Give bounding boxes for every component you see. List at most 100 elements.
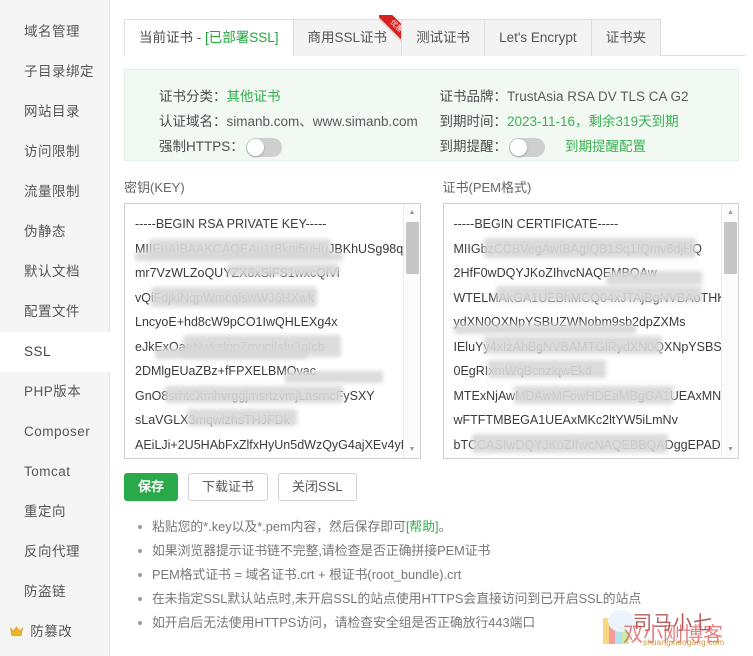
close-ssl-button[interactable]: 关闭SSL [278, 473, 357, 501]
sidebar-item-redirect[interactable]: 重定向 [0, 492, 109, 532]
expiry-value: 2023-11-16，剩余319天到期 [507, 114, 679, 129]
redaction-mask [227, 264, 339, 276]
redaction-mask [155, 347, 307, 359]
sidebar-item-traffic-limit[interactable]: 流量限制 [0, 172, 109, 212]
sidebar-item-domain-management[interactable]: 域名管理 [0, 12, 109, 52]
download-certificate-button[interactable]: 下载证书 [188, 473, 269, 501]
sidebar-item-access-restriction[interactable]: 访问限制 [0, 132, 109, 172]
key-line: LncyoE+hd8cW9pCO1IwQHLEXg4x [135, 310, 397, 335]
brand-label: 证书品牌： [439, 89, 508, 104]
scroll-up-icon[interactable]: ▲ [404, 204, 420, 221]
save-button[interactable]: 保存 [124, 473, 179, 501]
key-line: GnO8srhtcXmhvrggjmsrtzvmjLasrncFySXY [135, 384, 397, 409]
info-row-reminder: 到期提醒： 到期提醒配置 [440, 134, 739, 159]
key-field-label: 密钥(KEY) [124, 180, 185, 195]
sidebar-item-composer[interactable]: Composer [0, 412, 109, 452]
info-column-right: 证书品牌：TrustAsia RSA DV TLS CA G2 到期时间：202… [432, 84, 739, 160]
pem-line: bTCCASIwDQYJKoZIhvcNAQEBBQADggEPADCC [454, 433, 721, 458]
sidebar-item-label: Composer [24, 424, 91, 439]
scroll-down-icon[interactable]: ▼ [722, 441, 738, 458]
pem-line-text: wFTFTMBEGA1UEAxMKc2ltYW5iLmNv [453, 413, 678, 427]
redaction-mask [285, 371, 383, 383]
tab-label: 证书夹 [605, 30, 647, 45]
tab-current-certificate[interactable]: 当前证书 - [已部署SSL] [124, 19, 294, 57]
tab-label: 测试证书 [416, 30, 471, 45]
key-line: sLaVGLX3mqwlzhsTHJFDk [135, 408, 397, 433]
redaction-mask [483, 237, 696, 258]
sidebar-item-label: 网站目录 [24, 104, 80, 119]
sidebar-item-tomcat[interactable]: Tomcat [0, 452, 109, 492]
sidebar-item-label: 伪静态 [24, 224, 66, 239]
key-field-group: 密钥(KEY) -----BEGIN RSA PRIVATE KEY----- … [124, 177, 421, 459]
tip-text: 如开启后无法使用HTTPS访问，请检查安全组是否正确放行443端口 [152, 615, 536, 630]
key-line: mr7VzWLZoQUYZX8xSiFS1wxcQiVi [135, 261, 397, 286]
pem-field-label: 证书(PEM格式) [442, 180, 532, 195]
brand-value: TrustAsia RSA DV TLS CA G2 [507, 89, 689, 104]
tab-certificate-folder[interactable]: 证书夹 [590, 19, 662, 56]
redaction-mask [135, 251, 343, 261]
pem-line: -----BEGIN CERTIFICATE----- [454, 212, 716, 237]
redaction-mask [453, 324, 636, 334]
crown-icon [10, 613, 23, 653]
sidebar-item-label: PHP版本 [24, 384, 82, 399]
sidebar-item-default-document[interactable]: 默认文档 [0, 252, 109, 292]
tab-label: 当前证书 - [139, 30, 205, 45]
pem-line-text: -----BEGIN CERTIFICATE----- [453, 217, 619, 231]
key-textarea-wrapper[interactable]: -----BEGIN RSA PRIVATE KEY----- MIIEpAIB… [124, 203, 421, 459]
sidebar-item-label: 访问限制 [24, 144, 80, 159]
sidebar-item-subdirectory-binding[interactable]: 子目录绑定 [0, 52, 109, 92]
pem-line: ydXN0QXNpYSBUZWNobm9sb2dpZXMs [453, 310, 716, 335]
sidebar-item-reverse-proxy[interactable]: 反向代理 [0, 532, 109, 572]
tab-test-certificate[interactable]: 测试证书 [401, 19, 486, 56]
help-link[interactable]: [帮助] [406, 519, 439, 534]
reminder-config-link[interactable]: 到期提醒配置 [565, 139, 646, 154]
pem-textarea[interactable]: -----BEGIN CERTIFICATE----- MIIGbzCCBVeg… [444, 204, 721, 458]
sidebar-item-label: 反向代理 [24, 544, 80, 559]
key-line: AEiLJi+2U5HAbFxZlfxHyUn5dWzQyG4ajXEv4yK [135, 433, 403, 458]
redaction-mask [495, 285, 702, 302]
redaction-mask [187, 409, 297, 426]
sidebar-item-label: SSL [24, 344, 52, 359]
pem-line: MTExNjAwMDAwMFowHDEaMBgGA1UEAxMNTk1Ovo [454, 384, 721, 409]
certificate-fields: 密钥(KEY) -----BEGIN RSA PRIVATE KEY----- … [124, 177, 739, 459]
key-scrollbar[interactable]: ▲ ▼ [402, 204, 420, 458]
expiry-label: 到期时间： [439, 114, 508, 129]
pem-line: MIIGbzCCBVegAwIBAgIQB1Sq1IQmv8djHQ [454, 237, 716, 262]
sidebar-item-label: 防篡改 [30, 624, 73, 639]
key-line: 2DMlgEUaZBz+fFPXELBMOvac [135, 359, 397, 384]
pem-textarea-wrapper[interactable]: -----BEGIN CERTIFICATE----- MIIGbzCCBVeg… [442, 203, 739, 459]
pem-scrollbar[interactable]: ▲ ▼ [721, 204, 738, 458]
key-textarea[interactable]: -----BEGIN RSA PRIVATE KEY----- MIIEpAIB… [125, 204, 403, 458]
redaction-mask [151, 286, 317, 307]
tab-lets-encrypt[interactable]: Let's Encrypt [484, 19, 592, 56]
tip-tail: 。 [438, 519, 452, 534]
info-row-domain: 认证域名：simanb.com、www.simanb.com [159, 109, 432, 134]
redaction-mask [513, 385, 674, 404]
redaction-mask [483, 335, 662, 354]
expiry-reminder-toggle[interactable] [509, 138, 545, 157]
scroll-up-icon[interactable]: ▲ [722, 204, 738, 221]
sidebar-item-anti-tamper[interactable]: 防篡改 [0, 612, 109, 652]
sidebar-item-php-version[interactable]: PHP版本 [0, 372, 109, 412]
tab-commercial-ssl[interactable]: 商用SSL证书 优惠 [292, 15, 414, 56]
category-value: 其他证书 [226, 89, 281, 104]
sidebar-item-ssl[interactable]: SSL [0, 332, 110, 372]
key-line: -----BEGIN RSA PRIVATE KEY----- [135, 212, 397, 237]
main-content: 当前证书 - [已部署SSL] 商用SSL证书 优惠 测试证书 Let's En… [110, 0, 753, 656]
certificate-info-panel: 证书分类：其他证书 认证域名：simanb.com、www.simanb.com… [124, 69, 739, 161]
list-item: 粘贴您的*.key以及*.pem内容，然后保存即可[帮助]。 [138, 515, 739, 539]
tip-text: 如果浏览器提示证书链不完整,请检查是否正确拼接PEM证书 [152, 543, 491, 558]
tab-label: 商用SSL证书 [307, 30, 388, 45]
scrollbar-thumb[interactable] [724, 222, 737, 274]
sidebar-item-label: 默认文档 [24, 264, 80, 279]
scrollbar-thumb[interactable] [405, 222, 419, 274]
sidebar-item-anti-leech[interactable]: 防盗链 [0, 572, 109, 612]
force-https-toggle[interactable] [245, 138, 282, 157]
sidebar-item-label: 配置文件 [24, 304, 80, 319]
sidebar-item-rewrite[interactable]: 伪静态 [0, 212, 109, 252]
sidebar-item-config-file[interactable]: 配置文件 [0, 292, 109, 332]
sidebar: 域名管理 子目录绑定 网站目录 访问限制 流量限制 伪静态 默认文档 配置文件 … [0, 0, 110, 656]
scroll-down-icon[interactable]: ▼ [404, 441, 420, 458]
redaction-mask [605, 271, 702, 285]
sidebar-item-site-directory[interactable]: 网站目录 [0, 92, 109, 132]
